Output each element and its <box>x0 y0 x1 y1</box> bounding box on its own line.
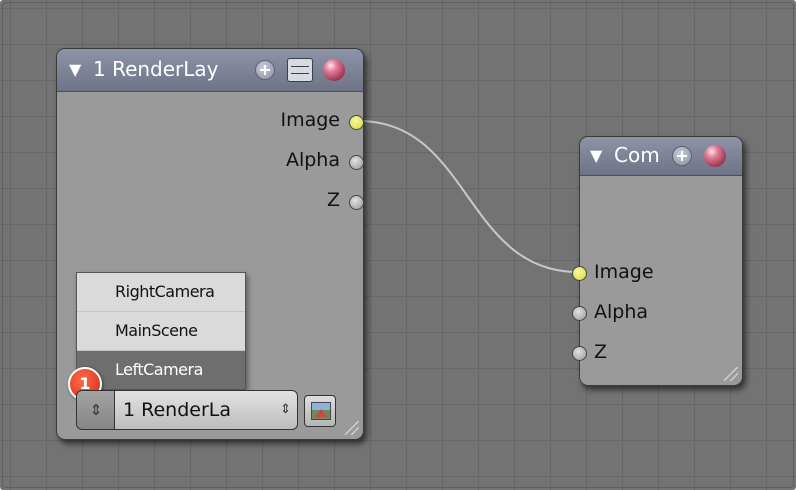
sphere-icon[interactable] <box>323 59 345 81</box>
layer-name-field[interactable]: 1 RenderLa ⇕ <box>114 390 298 430</box>
plus-icon[interactable] <box>255 60 275 80</box>
image-icon <box>311 402 331 420</box>
output-socket-alpha[interactable] <box>349 155 364 170</box>
collapse-arrow-icon[interactable]: ▼ <box>69 60 81 79</box>
layer-name-value: 1 RenderLa <box>123 399 231 421</box>
composite-node[interactable]: ▼ Com Image Alpha Z <box>572 136 743 386</box>
node-editor-canvas[interactable]: ▼ 1 RenderLay Image Alpha Z ▼ Com Image … <box>0 0 796 490</box>
image-link[interactable] <box>358 120 579 273</box>
collapse-arrow-icon[interactable]: ▼ <box>590 146 602 165</box>
node-title: Com <box>614 143 660 167</box>
sphere-icon[interactable] <box>704 145 726 167</box>
node-header[interactable]: ▼ 1 RenderLay <box>57 49 363 92</box>
resize-grip[interactable] <box>724 367 738 381</box>
input-label-alpha: Alpha <box>594 301 649 323</box>
output-label-alpha: Alpha <box>285 149 340 171</box>
updown-arrows-icon[interactable]: ⇕ <box>280 391 291 429</box>
layer-selector: ⇕ 1 RenderLa ⇕ <box>76 390 342 430</box>
output-socket-image[interactable] <box>349 115 364 130</box>
render-layer-menu: RightCamera MainScene LeftCamera <box>76 272 246 390</box>
input-socket-image[interactable] <box>572 266 587 281</box>
menu-item-rightcamera[interactable]: RightCamera <box>77 273 245 311</box>
menu-item-mainscene[interactable]: MainScene <box>77 312 245 350</box>
node-title: 1 RenderLay <box>93 57 219 81</box>
input-socket-z[interactable] <box>572 346 587 361</box>
input-label-image: Image <box>594 261 654 283</box>
input-socket-alpha[interactable] <box>572 306 587 321</box>
browse-image-button[interactable] <box>304 395 336 427</box>
layer-menu-button[interactable]: ⇕ <box>76 390 116 430</box>
node-header[interactable]: ▼ Com <box>580 137 742 176</box>
output-socket-z[interactable] <box>349 195 364 210</box>
resize-grip[interactable] <box>345 421 359 435</box>
plus-icon[interactable] <box>672 146 692 166</box>
output-label-z: Z <box>326 189 340 211</box>
collapse-icon[interactable] <box>287 58 313 82</box>
input-label-z: Z <box>594 341 608 363</box>
menu-item-leftcamera[interactable]: LeftCamera <box>77 351 245 389</box>
output-label-image: Image <box>280 109 340 131</box>
